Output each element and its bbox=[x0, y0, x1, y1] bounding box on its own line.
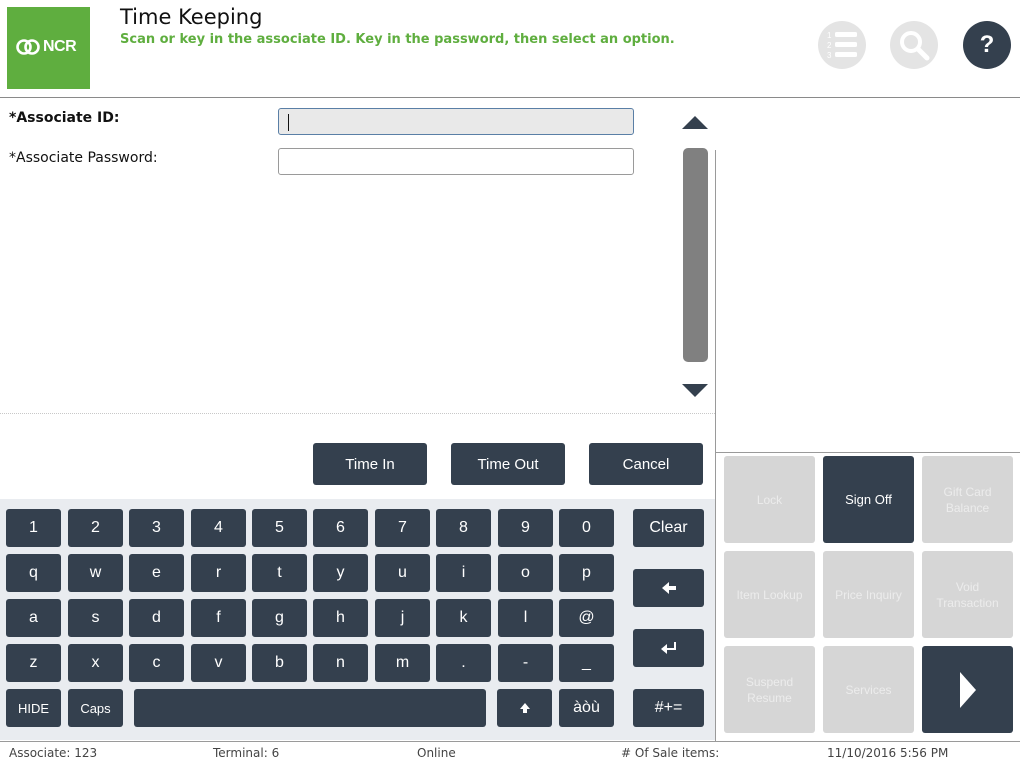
search-icon bbox=[900, 31, 930, 61]
keyboard-key[interactable]: y bbox=[313, 554, 368, 592]
on-screen-keyboard: 1 2 3 4 5 6 7 8 9 0 q w e r t y u i o p a s d f g h j k l @ z x c v b n m. - _… bbox=[0, 499, 715, 740]
next-page-button[interactable] bbox=[922, 646, 1013, 733]
arrow-left-icon bbox=[661, 582, 676, 594]
numbered-list-button[interactable]: 1 2 3 bbox=[818, 21, 866, 69]
ncr-logo-icon bbox=[16, 39, 40, 55]
suspend-resume-button[interactable]: Suspend Resume bbox=[724, 646, 815, 733]
services-button[interactable]: Services bbox=[823, 646, 914, 733]
keyboard-key[interactable]: 2 bbox=[68, 509, 123, 547]
associate-password-label: *Associate Password: bbox=[9, 150, 158, 166]
keyboard-key[interactable]: i bbox=[436, 554, 491, 592]
shift-key[interactable] bbox=[497, 689, 552, 727]
divider bbox=[716, 452, 1020, 453]
associate-password-field[interactable] bbox=[278, 148, 634, 175]
help-button[interactable]: ? bbox=[963, 21, 1011, 69]
item-lookup-button[interactable]: Item Lookup bbox=[724, 551, 815, 638]
associate-id-label: *Associate ID: bbox=[9, 110, 120, 126]
search-button[interactable] bbox=[890, 21, 938, 69]
hide-keyboard-key[interactable]: HIDE bbox=[6, 689, 61, 727]
keyboard-key[interactable]: k bbox=[436, 599, 491, 637]
keyboard-key[interactable]: f bbox=[191, 599, 246, 637]
scroll-down-icon[interactable] bbox=[682, 384, 708, 397]
accents-key[interactable]: àòù bbox=[559, 689, 614, 727]
backspace-key[interactable] bbox=[633, 569, 704, 607]
logo-text: NCR bbox=[43, 38, 77, 55]
keyboard-key[interactable]: t bbox=[252, 554, 307, 592]
numbered-list-icon: 1 2 3 bbox=[827, 31, 857, 60]
keyboard-key[interactable]: n bbox=[313, 644, 368, 682]
keyboard-key[interactable]: l bbox=[498, 599, 553, 637]
gift-card-balance-button[interactable]: Gift Card Balance bbox=[922, 456, 1013, 543]
enter-key[interactable] bbox=[633, 629, 704, 667]
keyboard-key[interactable]: 1 bbox=[6, 509, 61, 547]
keyboard-key[interactable]: r bbox=[191, 554, 246, 592]
keyboard-key[interactable]: u bbox=[375, 554, 430, 592]
keyboard-key[interactable]: @ bbox=[559, 599, 614, 637]
keyboard-key[interactable]: c bbox=[129, 644, 184, 682]
time-in-button[interactable]: Time In bbox=[313, 443, 427, 485]
keyboard-key[interactable]: d bbox=[129, 599, 184, 637]
keyboard-key[interactable]: - bbox=[498, 644, 553, 682]
associate-status: Associate: 123 bbox=[9, 746, 98, 760]
keyboard-key[interactable]: 5 bbox=[252, 509, 307, 547]
keyboard-key[interactable]: v bbox=[191, 644, 246, 682]
lock-button[interactable]: Lock bbox=[724, 456, 815, 543]
header: NCR Time Keeping Scan or key in the asso… bbox=[0, 0, 1020, 98]
keyboard-key[interactable]: g bbox=[252, 599, 307, 637]
keyboard-key[interactable]: p bbox=[559, 554, 614, 592]
keyboard-key[interactable]: . bbox=[436, 644, 491, 682]
connection-status: Online bbox=[417, 746, 456, 760]
keyboard-key[interactable]: 0 bbox=[559, 509, 614, 547]
svg-text:1: 1 bbox=[827, 31, 832, 40]
date-time: 11/10/2016 5:56 PM bbox=[827, 746, 949, 760]
svg-text:3: 3 bbox=[827, 51, 832, 60]
page-title: Time Keeping bbox=[120, 5, 263, 29]
keyboard-key[interactable]: w bbox=[68, 554, 123, 592]
scroll-up-icon[interactable] bbox=[682, 116, 708, 129]
chevron-right-icon bbox=[959, 671, 976, 708]
price-inquiry-button[interactable]: Price Inquiry bbox=[823, 551, 914, 638]
time-out-button[interactable]: Time Out bbox=[451, 443, 565, 485]
ncr-logo: NCR bbox=[7, 7, 90, 89]
keyboard-key[interactable]: s bbox=[68, 599, 123, 637]
scrollbar-thumb[interactable] bbox=[683, 148, 708, 362]
arrow-up-icon bbox=[519, 703, 530, 713]
void-transaction-button[interactable]: Void Transaction bbox=[922, 551, 1013, 638]
keyboard-key[interactable]: 4 bbox=[191, 509, 246, 547]
symbols-key[interactable]: #+= bbox=[633, 689, 704, 727]
clear-key[interactable]: Clear bbox=[633, 509, 704, 547]
keyboard-key[interactable]: m bbox=[375, 644, 430, 682]
cancel-button[interactable]: Cancel bbox=[589, 443, 703, 485]
keyboard-key[interactable]: h bbox=[313, 599, 368, 637]
page-instructions: Scan or key in the associate ID. Key in … bbox=[120, 32, 675, 47]
svg-text:2: 2 bbox=[827, 41, 832, 50]
keyboard-key[interactable]: o bbox=[498, 554, 553, 592]
panel-divider bbox=[715, 150, 716, 742]
status-bar: Associate: 123 Terminal: 6 Online # Of S… bbox=[0, 741, 1020, 764]
keyboard-key[interactable]: 3 bbox=[129, 509, 184, 547]
keyboard-key[interactable]: a bbox=[6, 599, 61, 637]
keyboard-key[interactable]: 7 bbox=[375, 509, 430, 547]
enter-icon bbox=[660, 642, 676, 654]
associate-id-field[interactable] bbox=[278, 108, 634, 135]
text-caret bbox=[288, 114, 289, 131]
help-icon: ? bbox=[979, 31, 995, 58]
caps-key[interactable]: Caps bbox=[68, 689, 123, 727]
keyboard-key[interactable]: 6 bbox=[313, 509, 368, 547]
keyboard-key[interactable]: 8 bbox=[436, 509, 491, 547]
keyboard-key[interactable]: 9 bbox=[498, 509, 553, 547]
keyboard-key[interactable]: q bbox=[6, 554, 61, 592]
keyboard-key[interactable]: _ bbox=[559, 644, 614, 682]
keyboard-key[interactable]: b bbox=[252, 644, 307, 682]
keyboard-key[interactable]: x bbox=[68, 644, 123, 682]
keyboard-key[interactable]: j bbox=[375, 599, 430, 637]
keyboard-key[interactable]: z bbox=[6, 644, 61, 682]
space-key[interactable] bbox=[134, 689, 486, 727]
divider bbox=[0, 413, 715, 414]
sale-items-count: # Of Sale items: bbox=[621, 746, 720, 760]
sign-off-button[interactable]: Sign Off bbox=[823, 456, 914, 543]
terminal-status: Terminal: 6 bbox=[213, 746, 280, 760]
keyboard-key[interactable]: e bbox=[129, 554, 184, 592]
